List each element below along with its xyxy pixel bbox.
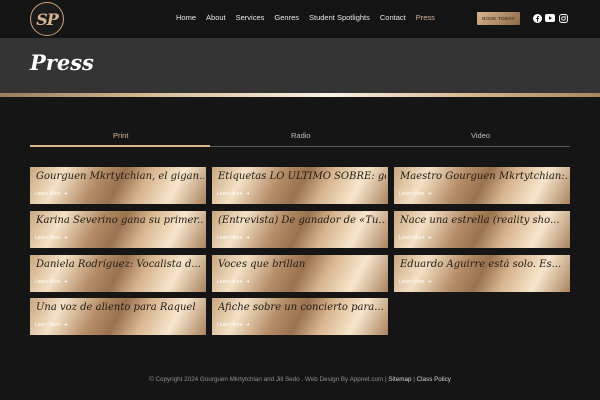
press-card[interactable]: Nace una estrella (reality sho... Learn …	[394, 211, 570, 248]
arrow-right-icon: ➔	[63, 279, 68, 285]
page-title: Press	[30, 50, 94, 75]
nav-item-about[interactable]: About	[206, 13, 226, 22]
press-card[interactable]: Daniela Rodríguez: Vocalista d... Learn …	[30, 255, 206, 292]
learn-more-label[interactable]: Learn More	[35, 322, 61, 328]
learn-more-link[interactable]: Learn More ➔	[399, 279, 432, 285]
arrow-right-icon: ➔	[245, 191, 250, 197]
learn-more-label[interactable]: Learn More	[35, 191, 61, 197]
tab-active-indicator	[30, 145, 210, 147]
learn-more-link[interactable]: Learn More ➔	[35, 279, 68, 285]
learn-more-label[interactable]: Learn More	[217, 235, 243, 241]
arrow-right-icon: ➔	[63, 191, 68, 197]
arrow-right-icon: ➔	[63, 235, 68, 241]
site-footer: © Copyright 2024 Gourguen Mkrtytchian an…	[0, 376, 600, 383]
logo[interactable]: SP	[30, 2, 64, 36]
press-card[interactable]: Maestro Gourguen Mkrtytchian:... Learn M…	[394, 167, 570, 204]
press-card-title[interactable]: Eduardo Aguirre está solo. Es...	[400, 259, 568, 270]
learn-more-link[interactable]: Learn More ➔	[217, 191, 250, 197]
learn-more-label[interactable]: Learn More	[217, 191, 243, 197]
arrow-right-icon: ➔	[427, 191, 432, 197]
nav-item-contact[interactable]: Contact	[380, 13, 406, 22]
press-card-title[interactable]: Una voz de aliento para Raquel	[36, 302, 204, 313]
nav-item-genres[interactable]: Genres	[274, 13, 299, 22]
press-card[interactable]: Etiquetas LO ÚLTIMO SOBRE: gou... Learn …	[212, 167, 388, 204]
press-card-title[interactable]: Maestro Gourguen Mkrtytchian:...	[400, 171, 568, 182]
facebook-icon[interactable]	[532, 13, 542, 23]
gold-divider	[0, 93, 600, 97]
main-nav: Home About Services Genres Student Spotl…	[176, 13, 435, 22]
book-today-button[interactable]: BOOK TODAY	[477, 12, 520, 25]
copyright-text: © Copyright 2024 Gourguen Mkrtytchian an…	[149, 376, 384, 383]
press-card[interactable]: Afiche sobre un concierto para... Learn …	[212, 298, 388, 335]
learn-more-link[interactable]: Learn More ➔	[399, 235, 432, 241]
press-card-title[interactable]: Voces que brillan	[218, 259, 386, 270]
press-card[interactable]: Karina Severino gana su primer... Learn …	[30, 211, 206, 248]
site-header: SP Home About Services Genres Student Sp…	[0, 0, 600, 38]
learn-more-link[interactable]: Learn More ➔	[35, 322, 68, 328]
nav-item-press[interactable]: Press	[416, 13, 435, 22]
press-card[interactable]: Eduardo Aguirre está solo. Es... Learn M…	[394, 255, 570, 292]
learn-more-label[interactable]: Learn More	[35, 235, 61, 241]
press-card[interactable]: Una voz de aliento para Raquel Learn Mor…	[30, 298, 206, 335]
press-card[interactable]: (Entrevista) De ganador de «Tu... Learn …	[212, 211, 388, 248]
press-card-title[interactable]: Daniela Rodríguez: Vocalista d...	[36, 259, 204, 270]
press-card-title[interactable]: Gourguen Mkrtytchian, el gigan...	[36, 171, 204, 182]
class-policy-link[interactable]: Class Policy	[417, 376, 451, 383]
youtube-icon[interactable]	[545, 13, 555, 23]
press-card[interactable]: Gourguen Mkrtytchian, el gigan... Learn …	[30, 167, 206, 204]
learn-more-label[interactable]: Learn More	[217, 279, 243, 285]
learn-more-link[interactable]: Learn More ➔	[217, 279, 250, 285]
arrow-right-icon: ➔	[427, 279, 432, 285]
learn-more-link[interactable]: Learn More ➔	[217, 322, 250, 328]
press-card[interactable]: Voces que brillan Learn More ➔	[212, 255, 388, 292]
arrow-right-icon: ➔	[63, 322, 68, 328]
press-card-title[interactable]: Karina Severino gana su primer...	[36, 215, 204, 226]
nav-item-student-spotlights[interactable]: Student Spotlights	[309, 13, 370, 22]
logo-text: SP	[36, 9, 59, 29]
nav-item-services[interactable]: Services	[236, 13, 265, 22]
learn-more-label[interactable]: Learn More	[399, 279, 425, 285]
arrow-right-icon: ➔	[427, 235, 432, 241]
press-card-title[interactable]: Etiquetas LO ÚLTIMO SOBRE: gou...	[218, 171, 386, 182]
learn-more-link[interactable]: Learn More ➔	[399, 191, 432, 197]
arrow-right-icon: ➔	[245, 235, 250, 241]
press-card-title[interactable]: Nace una estrella (reality sho...	[400, 215, 568, 226]
tab-radio[interactable]: Radio	[291, 131, 311, 140]
learn-more-link[interactable]: Learn More ➔	[35, 191, 68, 197]
learn-more-label[interactable]: Learn More	[217, 322, 243, 328]
instagram-icon[interactable]	[558, 13, 568, 23]
tab-video[interactable]: Video	[471, 131, 490, 140]
sitemap-link[interactable]: Sitemap	[388, 376, 411, 383]
arrow-right-icon: ➔	[245, 279, 250, 285]
tab-print[interactable]: Print	[113, 131, 128, 140]
arrow-right-icon: ➔	[245, 322, 250, 328]
learn-more-label[interactable]: Learn More	[399, 235, 425, 241]
nav-item-home[interactable]: Home	[176, 13, 196, 22]
learn-more-link[interactable]: Learn More ➔	[35, 235, 68, 241]
learn-more-label[interactable]: Learn More	[399, 191, 425, 197]
press-card-title[interactable]: (Entrevista) De ganador de «Tu...	[218, 215, 386, 226]
press-card-title[interactable]: Afiche sobre un concierto para...	[218, 302, 386, 313]
learn-more-label[interactable]: Learn More	[35, 279, 61, 285]
learn-more-link[interactable]: Learn More ➔	[217, 235, 250, 241]
